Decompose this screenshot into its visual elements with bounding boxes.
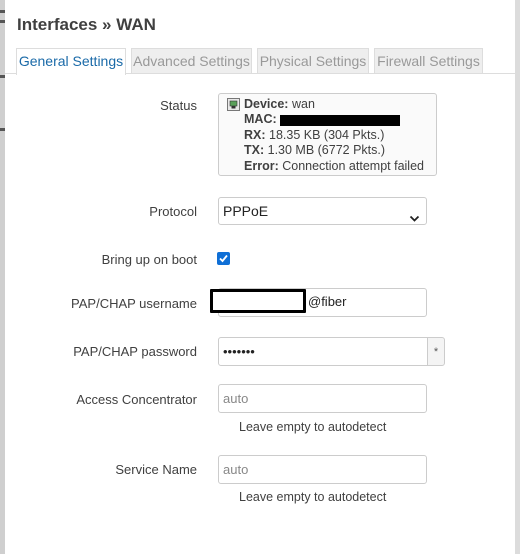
boot-checkbox[interactable]: [217, 252, 230, 265]
status-rx-line: RX: 18.35 KB (304 Pkts.): [244, 128, 424, 143]
page-title: Interfaces » WAN: [17, 15, 156, 34]
protocol-value: PPPoE: [223, 203, 269, 219]
service-name-hint: Leave empty to autodetect: [239, 490, 387, 504]
edge-mark: [0, 20, 5, 23]
left-edge: [0, 0, 5, 554]
rx-value: 18.35 KB (304 Pkts.): [269, 127, 385, 142]
edge-mark: [0, 75, 5, 78]
status-panel: Device: wan MAC: RX: 18.35 KB (304 Pkts.…: [218, 93, 437, 176]
reveal-password-button[interactable]: *: [427, 337, 445, 366]
username-redaction: [210, 289, 306, 313]
service-name-label: Service Name: [115, 462, 197, 477]
password-input[interactable]: •••••••: [218, 337, 428, 366]
status-details: Device: wan MAC: RX: 18.35 KB (304 Pkts.…: [244, 97, 424, 174]
tx-value: 1.30 MB (6772 Pkts.): [267, 143, 386, 158]
ethernet-port-icon: [227, 98, 240, 111]
tab-physical-settings[interactable]: Physical Settings: [257, 48, 369, 73]
protocol-select[interactable]: PPPoE: [218, 197, 427, 225]
tab-firewall-settings[interactable]: Firewall Settings: [374, 48, 483, 73]
status-tx-line: TX: 1.30 MB (6772 Pkts.): [244, 143, 424, 158]
service-name-input[interactable]: auto: [218, 455, 427, 484]
boot-label: Bring up on boot: [101, 252, 197, 267]
status-label: Status: [160, 98, 197, 113]
status-error-line: Error: Connection attempt failed: [244, 159, 424, 174]
status-device-line: Device: wan: [244, 97, 424, 112]
mac-key: MAC:: [244, 112, 277, 127]
edge-mark: [0, 10, 5, 13]
error-key: Error:: [244, 158, 279, 173]
tab-advanced-settings[interactable]: Advanced Settings: [131, 48, 252, 73]
protocol-label: Protocol: [149, 204, 197, 219]
chevron-down-icon: [409, 206, 420, 222]
device-key: Device:: [244, 97, 289, 111]
status-mac-line: MAC:: [244, 112, 424, 127]
username-suffix: @fiber: [308, 294, 347, 309]
tx-key: TX:: [244, 143, 265, 158]
password-label: PAP/CHAP password: [73, 344, 197, 359]
username-label: PAP/CHAP username: [71, 296, 197, 311]
concentrator-hint: Leave empty to autodetect: [239, 420, 387, 434]
device-value: wan: [291, 97, 315, 111]
right-edge: [515, 0, 520, 554]
access-concentrator-input[interactable]: auto: [218, 384, 427, 413]
rx-key: RX:: [244, 127, 266, 142]
concentrator-label: Access Concentrator: [76, 392, 197, 407]
error-value: Connection attempt failed: [282, 158, 424, 173]
tab-general-settings[interactable]: General Settings: [16, 48, 126, 75]
mac-redaction: [279, 114, 400, 126]
edge-mark: [0, 128, 5, 131]
